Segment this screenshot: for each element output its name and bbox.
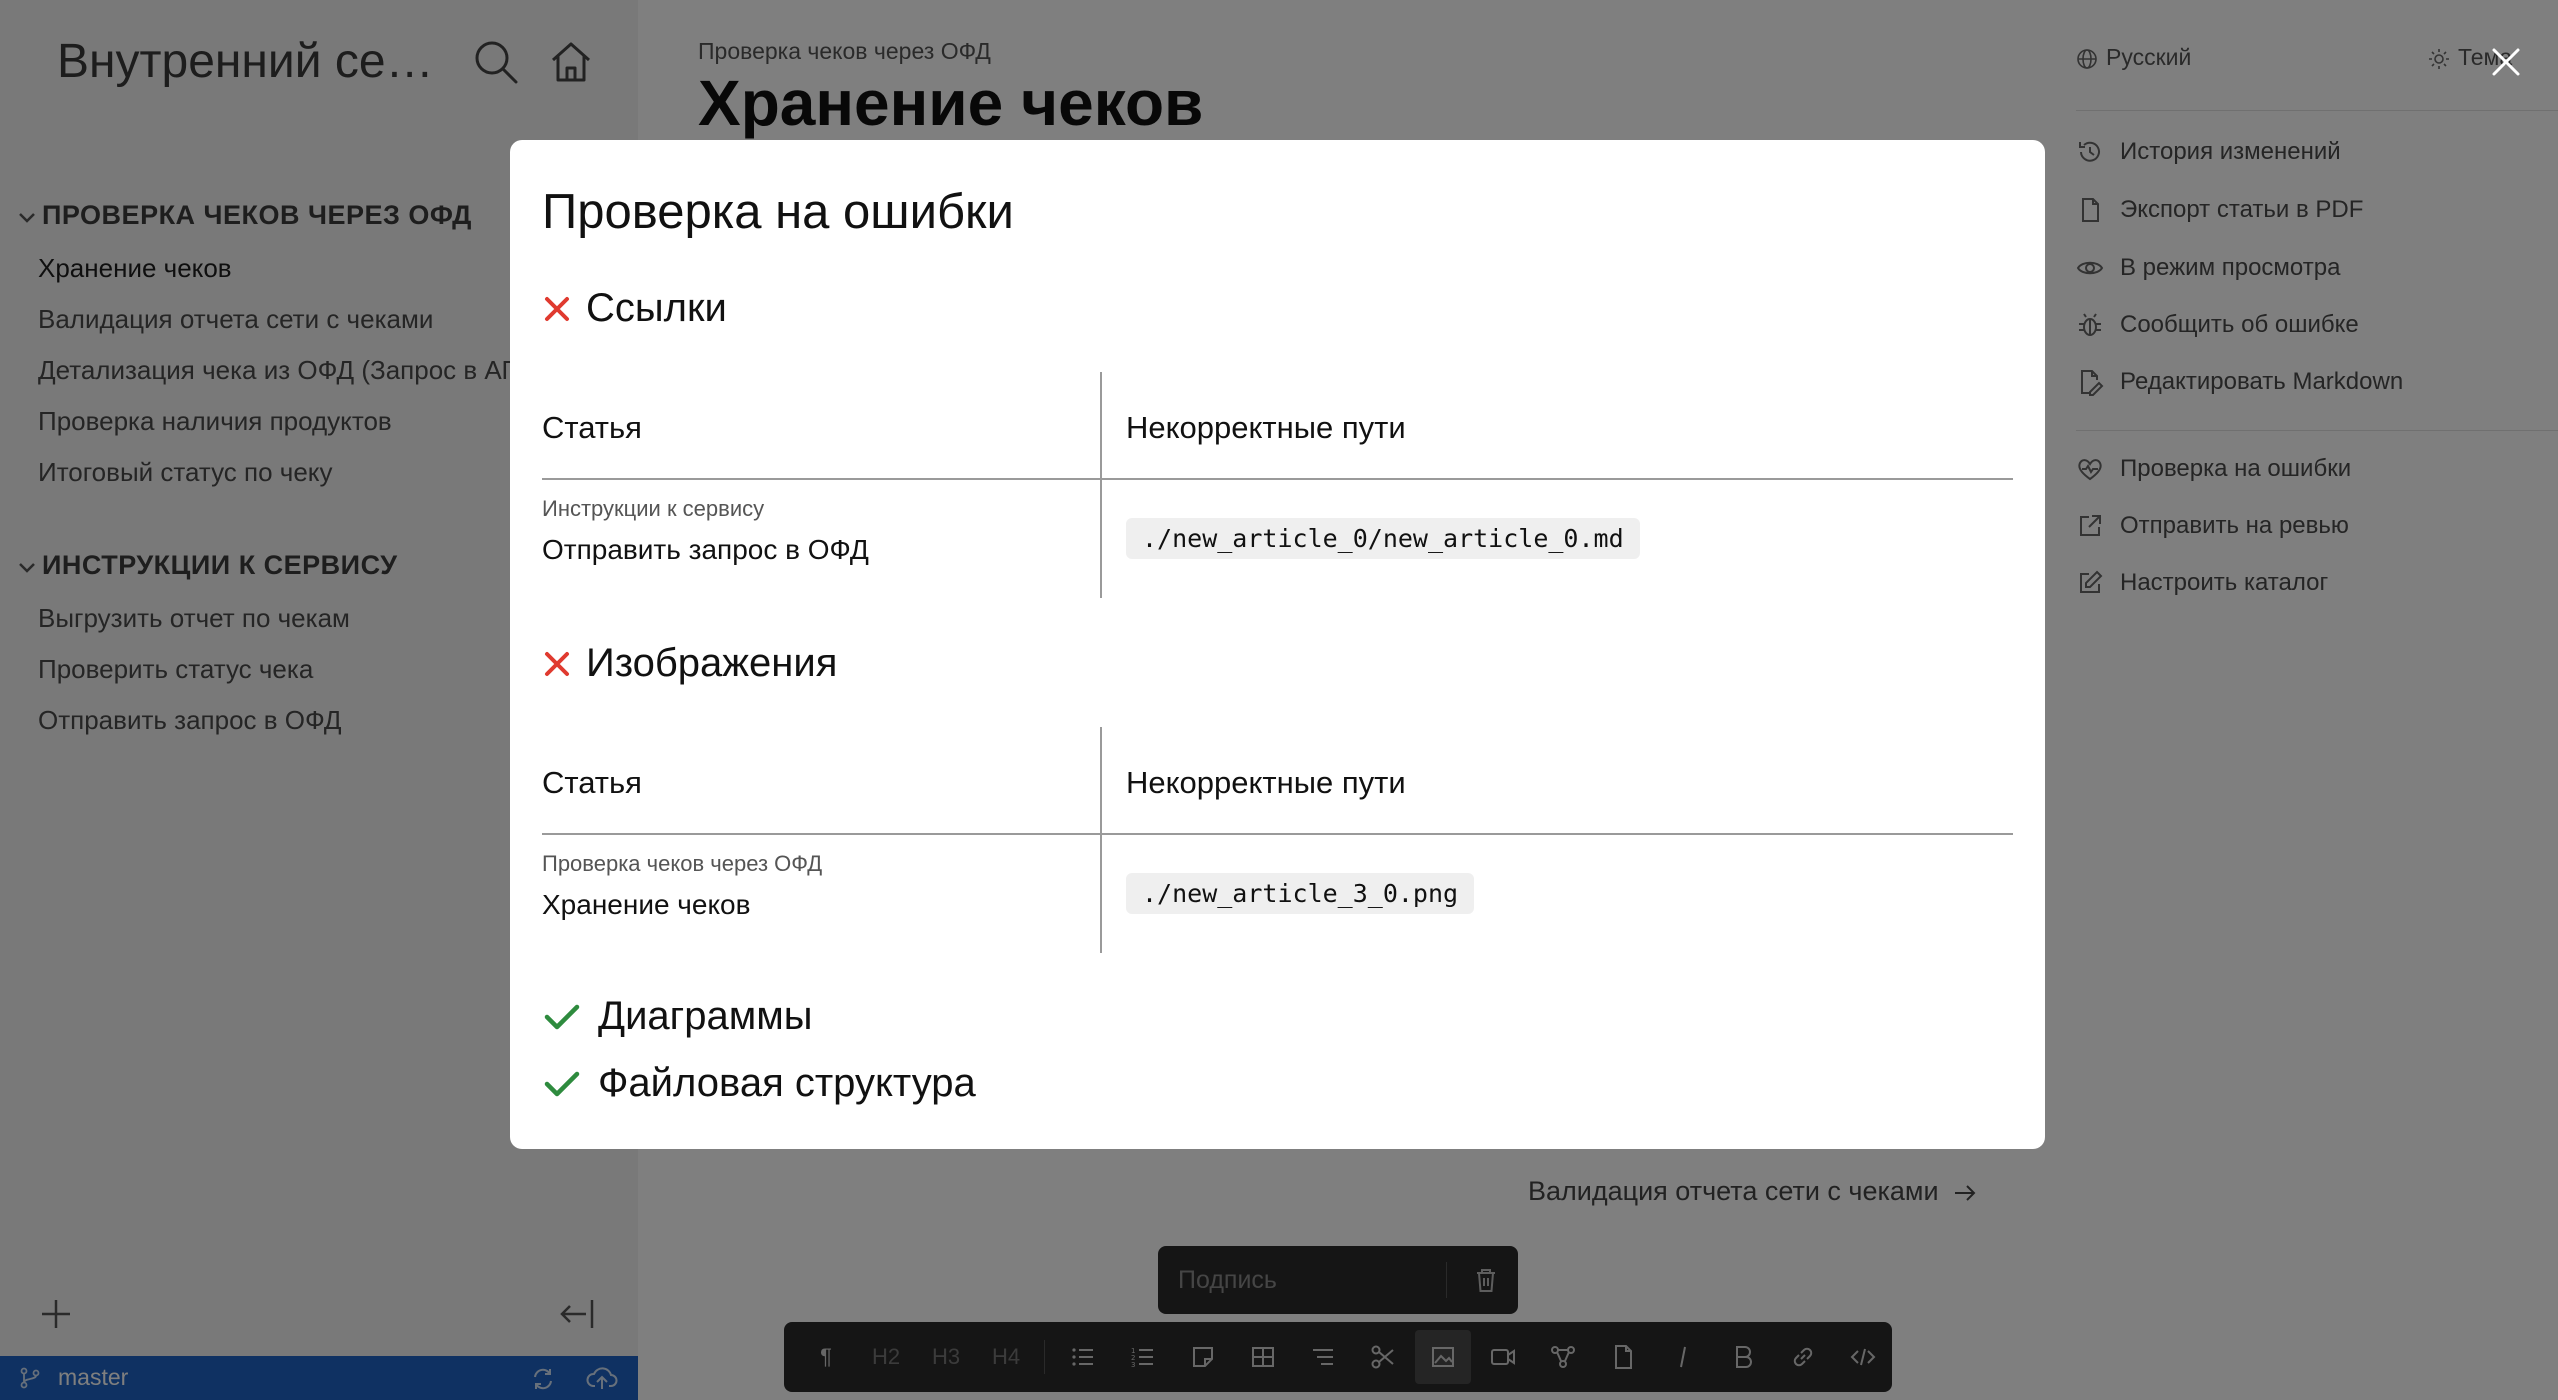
- check-icon: [544, 1004, 580, 1029]
- section-title: Изображения: [586, 641, 838, 685]
- section-title: Диаграммы: [598, 994, 813, 1038]
- diagrams-section-header: Диаграммы: [542, 994, 813, 1039]
- modal-title: Проверка на ошибки: [542, 185, 1014, 239]
- column-header-paths: Некорректные пути: [1126, 765, 1406, 800]
- column-divider: [1100, 372, 1102, 598]
- column-divider: [1100, 727, 1102, 953]
- article-link[interactable]: Отправить запрос в ОФД: [542, 534, 869, 566]
- column-header-article: Статья: [542, 410, 642, 445]
- incorrect-path: ./new_article_0/new_article_0.md: [1126, 518, 1640, 559]
- incorrect-path: ./new_article_3_0.png: [1126, 873, 1475, 914]
- header-divider: [542, 478, 2013, 480]
- section-title: Ссылки: [586, 286, 727, 330]
- column-header-article: Статья: [542, 765, 642, 800]
- links-table: Статья Некорректные пути Инструкции к се…: [542, 372, 2013, 598]
- section-title: Файловая структура: [598, 1061, 976, 1105]
- error-x-icon: [545, 651, 569, 676]
- error-x-icon: [545, 296, 569, 321]
- check-icon: [544, 1071, 580, 1096]
- images-section-header: Изображения: [542, 641, 837, 686]
- column-header-paths: Некорректные пути: [1126, 410, 1406, 445]
- article-parent: Инструкции к сервису: [542, 496, 765, 521]
- app: Внутренний серв... ПРОВЕРКА ЧЕКОВ ЧЕРЕЗ …: [0, 0, 2558, 1400]
- article-parent: Проверка чеков через ОФД: [542, 851, 823, 876]
- header-divider: [542, 833, 2013, 835]
- check-errors-modal: Проверка на ошибки Ссылки Статья Некорре…: [510, 140, 2045, 1149]
- images-table: Статья Некорректные пути Проверка чеков …: [542, 727, 2013, 953]
- file-structure-section-header: Файловая структура: [542, 1061, 976, 1106]
- article-link[interactable]: Хранение чеков: [542, 889, 750, 921]
- close-icon[interactable]: [2486, 42, 2526, 82]
- links-section-header: Ссылки: [542, 286, 727, 331]
